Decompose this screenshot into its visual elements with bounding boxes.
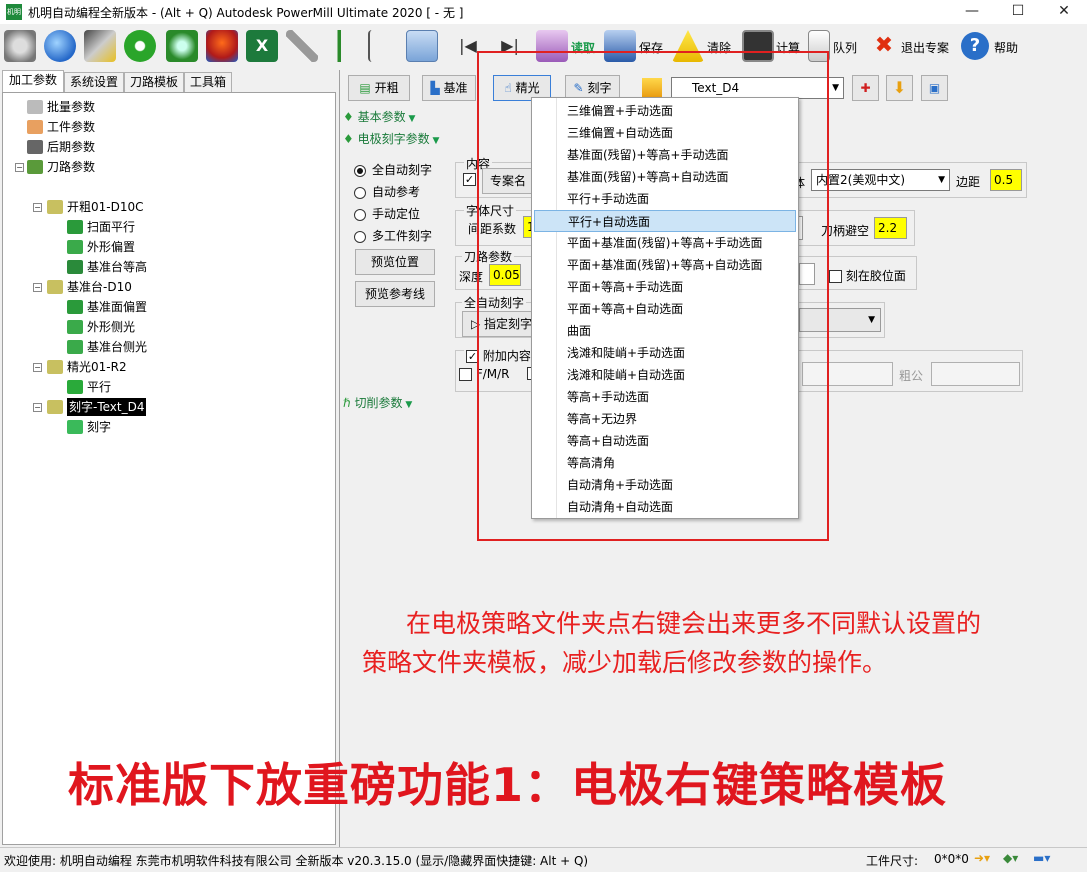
tree-item-toolpath[interactable]: 刀路参数 xyxy=(27,158,95,176)
status-folder-icon[interactable]: ▬▾ xyxy=(1033,851,1050,865)
margin-input[interactable]: 0.5 xyxy=(990,169,1022,191)
app-icon: 机明 xyxy=(6,4,22,20)
base-button[interactable]: ▙ 基准 xyxy=(422,75,476,101)
status-cube-icon[interactable]: ◆▾ xyxy=(1003,851,1018,865)
font-select[interactable]: 内置2(美观中文) ▼ xyxy=(811,169,950,191)
status-welcome: 欢迎使用: 机明自动编程 东莞市机明软件科技有限公司 全新版本 v20.3.15… xyxy=(4,854,589,868)
highlight-box xyxy=(477,51,829,541)
folder-strategy-icon xyxy=(47,280,63,294)
tree-item-post[interactable]: 后期参数 xyxy=(27,138,95,156)
radio-full-auto[interactable]: 全自动刻字 xyxy=(354,161,432,178)
strategy-icon xyxy=(67,220,83,234)
folder-icon[interactable] xyxy=(406,30,438,62)
tree-item-batch[interactable]: 批量参数 xyxy=(27,98,95,116)
preview-reference-button[interactable]: 预览参考线 xyxy=(355,281,435,307)
rough-button[interactable]: ▤ 开粗 xyxy=(348,75,410,101)
exit-icon[interactable]: ✖ xyxy=(872,30,896,62)
preview-position-button[interactable]: 预览位置 xyxy=(355,249,435,275)
radio-auto-ref[interactable]: 自动参考 xyxy=(354,183,420,200)
download-arrow-icon[interactable]: ⬇ xyxy=(886,75,913,101)
tree-group-finish[interactable]: 精光01-R2 xyxy=(47,358,127,376)
window-title: 机明自动编程全新版本 - (Alt + Q) Autodesk PowerMil… xyxy=(28,6,464,20)
rough-male-label: 粗公 xyxy=(899,369,924,383)
collapse-group1-icon[interactable]: − xyxy=(33,203,42,212)
tree-item-scan-parallel[interactable]: 扫面平行 xyxy=(67,218,135,236)
close-button[interactable]: ✕ xyxy=(1041,0,1087,24)
radio-multi-workpiece[interactable]: 多工件刻字 xyxy=(354,227,432,244)
folder-strategy-icon xyxy=(47,200,63,214)
minimize-button[interactable]: — xyxy=(949,0,995,24)
status-bar: 欢迎使用: 机明自动编程 东莞市机明软件科技有限公司 全新版本 v20.3.15… xyxy=(0,847,1087,872)
cube-icon xyxy=(27,120,43,134)
collapse-group3-icon[interactable]: − xyxy=(33,363,42,372)
globe-icon[interactable] xyxy=(44,30,76,62)
collapse-group4-icon[interactable]: − xyxy=(33,403,42,412)
queue-button[interactable]: 队列 xyxy=(833,39,857,56)
settings-gear-icon[interactable] xyxy=(4,30,36,62)
printer-icon xyxy=(27,140,43,154)
margin-label: 边距 xyxy=(956,175,981,189)
work-size-label: 工件尺寸: xyxy=(866,854,919,868)
engrave-icon xyxy=(67,420,83,434)
add-strategy-icon[interactable]: ✚ xyxy=(852,75,879,101)
strategy-icon xyxy=(67,380,83,394)
tree-item-base-side-finish[interactable]: 基准台侧光 xyxy=(67,338,147,356)
tree-item-contour-offset[interactable]: 外形偏置 xyxy=(67,238,135,256)
tab-machining-params[interactable]: 加工参数 xyxy=(2,70,64,93)
tree-group-engrave[interactable]: 刻字-Text_D4 xyxy=(47,398,147,416)
wrench-icon[interactable] xyxy=(286,30,318,62)
title-bar: 机明 机明自动编程全新版本 - (Alt + Q) Autodesk Power… xyxy=(0,0,1087,24)
collapse-toolpath-icon[interactable]: − xyxy=(15,163,24,172)
section-cutting-params[interactable]: ℏ 切削参数 xyxy=(343,394,412,411)
strategy-icon xyxy=(67,340,83,354)
strategy-icon xyxy=(67,260,83,274)
insert-icon[interactable] xyxy=(328,30,360,62)
tree-structure-icon[interactable] xyxy=(368,30,400,62)
status-tool-icon[interactable]: ➜▾ xyxy=(974,851,990,865)
extra-input-2[interactable] xyxy=(931,362,1020,386)
tree-group-base[interactable]: 基准台-D10 xyxy=(47,278,132,296)
annotation-line-1: 在电极策略文件夹点右键会出来更多不同默认设置的 xyxy=(406,609,982,638)
work-size-value: 0*0*0 xyxy=(934,852,969,866)
radio-manual-pos[interactable]: 手动定位 xyxy=(354,205,420,222)
help-icon[interactable]: ? xyxy=(961,32,989,60)
collapse-group2-icon[interactable]: − xyxy=(33,283,42,292)
content-checkbox[interactable]: ✓ xyxy=(463,172,476,186)
tree-group-rough[interactable]: 开粗01-D10C xyxy=(47,198,144,216)
tab-toolbox[interactable]: 工具箱 xyxy=(184,72,232,93)
tab-toolpath-templates[interactable]: 刀路模板 xyxy=(124,72,184,93)
section-basic-params[interactable]: ♦ 基本参数 xyxy=(343,108,415,125)
gear-green-icon[interactable] xyxy=(166,30,198,62)
add-icon[interactable] xyxy=(124,30,156,62)
engrave-on-glue-checkbox[interactable]: 刻在胶位面 xyxy=(829,267,906,284)
strategy-icon xyxy=(67,300,83,314)
section-electrode-engrave-params[interactable]: ♦ 电极刻字参数 xyxy=(343,130,439,147)
tree-item-base-offset[interactable]: 基准面偏置 xyxy=(67,298,147,316)
excel-icon[interactable]: X xyxy=(246,30,278,62)
frame-icon[interactable]: ▣ xyxy=(921,75,948,101)
param-tree: 批量参数 工件参数 后期参数 − 刀路参数 − 开粗01-D10C 扫面平行 外… xyxy=(2,92,336,845)
help-button[interactable]: 帮助 xyxy=(994,39,1018,56)
folder-strategy-icon xyxy=(47,400,63,414)
tree-item-side-finish[interactable]: 外形侧光 xyxy=(67,318,135,336)
strategy-icon xyxy=(67,320,83,334)
toolpath-icon xyxy=(27,160,43,174)
tree-item-engrave[interactable]: 刻字 xyxy=(67,418,111,436)
holder-clearance-input[interactable]: 2.2 xyxy=(874,217,907,239)
maximize-button[interactable]: ☐ xyxy=(995,0,1041,24)
tab-system-settings[interactable]: 系统设置 xyxy=(64,72,124,93)
tree-item-base-zlevel[interactable]: 基准台等高 xyxy=(67,258,147,276)
edit-tool-icon[interactable] xyxy=(84,30,116,62)
tree-item-workpiece[interactable]: 工件参数 xyxy=(27,118,95,136)
folder-strategy-icon xyxy=(47,360,63,374)
headline-banner: 标准版下放重磅功能1：电极右键策略模板 xyxy=(68,758,948,812)
annotation-line-2: 策略文件夹模板，减少加载后修改参数的操作。 xyxy=(362,648,888,677)
strategy-icon xyxy=(67,240,83,254)
exit-project-button[interactable]: 退出专案 xyxy=(901,39,949,56)
tree-item-parallel[interactable]: 平行 xyxy=(67,378,111,396)
list-icon xyxy=(27,100,43,114)
powermill-icon[interactable] xyxy=(206,30,238,62)
left-panel: 加工参数 系统设置 刀路模板 工具箱 批量参数 工件参数 后期参数 − 刀路参数… xyxy=(0,70,338,847)
